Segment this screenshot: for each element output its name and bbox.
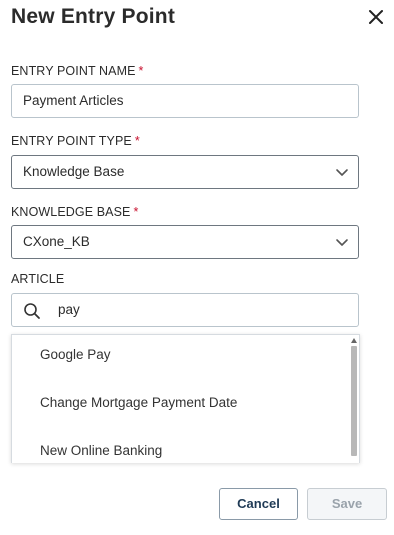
- chevron-down-icon: [336, 169, 348, 176]
- entry-point-type-label: ENTRY POINT TYPE *: [11, 134, 140, 148]
- knowledge-base-select[interactable]: CXone_KB: [11, 225, 359, 259]
- article-label: ARTICLE: [11, 272, 64, 286]
- knowledge-base-value: CXone_KB: [23, 234, 90, 249]
- entry-point-type-value: Knowledge Base: [23, 164, 125, 179]
- cancel-button[interactable]: Cancel: [219, 488, 298, 520]
- entry-point-name-value: Payment Articles: [23, 93, 124, 108]
- close-icon: [369, 10, 383, 24]
- article-search-input[interactable]: pay: [11, 293, 359, 327]
- required-marker: *: [133, 205, 139, 219]
- new-entry-point-dialog: New Entry Point ENTRY POINT NAME * Paymen…: [0, 0, 394, 535]
- scrollbar-thumb[interactable]: [351, 346, 357, 456]
- dialog-title: New Entry Point: [11, 5, 176, 28]
- close-button[interactable]: [366, 7, 386, 27]
- knowledge-base-label: KNOWLEDGE BASE *: [11, 205, 138, 219]
- article-search-value: pay: [58, 302, 80, 317]
- required-marker: *: [138, 64, 144, 78]
- entry-point-type-label-text: ENTRY POINT TYPE: [11, 134, 132, 148]
- scroll-up-arrow-icon[interactable]: [351, 338, 357, 343]
- required-marker: *: [134, 134, 140, 148]
- knowledge-base-label-text: KNOWLEDGE BASE: [11, 205, 131, 219]
- save-button[interactable]: Save: [307, 488, 387, 520]
- entry-point-name-label-text: ENTRY POINT NAME: [11, 64, 136, 78]
- dropdown-option[interactable]: Change Mortgage Payment Date: [12, 383, 348, 431]
- search-icon: [24, 303, 40, 319]
- entry-point-name-label: ENTRY POINT NAME *: [11, 64, 144, 78]
- dropdown-scrollbar[interactable]: [349, 335, 359, 463]
- dropdown-option[interactable]: Google Pay: [12, 335, 348, 383]
- article-results-dropdown: Google Pay Change Mortgage Payment Date …: [11, 334, 360, 463]
- dropdown-option[interactable]: New Online Banking: [12, 431, 348, 463]
- chevron-down-icon: [336, 239, 348, 246]
- entry-point-type-select[interactable]: Knowledge Base: [11, 155, 359, 189]
- entry-point-name-input[interactable]: Payment Articles: [11, 84, 359, 118]
- article-label-text: ARTICLE: [11, 272, 65, 286]
